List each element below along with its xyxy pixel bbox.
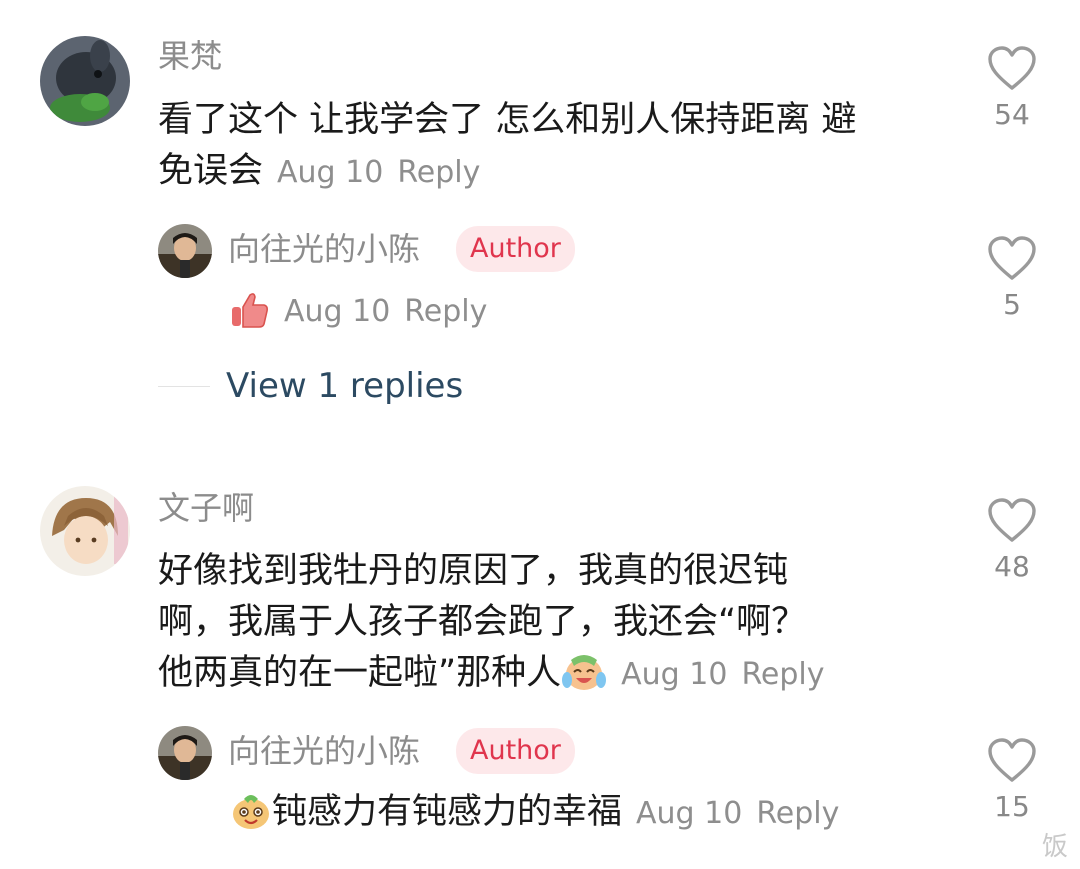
comment-username[interactable]: 文子啊 (158, 488, 254, 528)
comment-text-line: 看了这个 让我学会了 怎么和别人保持距离 避 (158, 100, 857, 140)
like-button[interactable]: 48 (972, 498, 1052, 583)
comment-text-fragment: 免误会 (158, 151, 264, 191)
reply-username[interactable]: 向往光的小陈 (228, 229, 420, 269)
heart-icon (972, 46, 1052, 92)
anime-avatar-icon (40, 486, 130, 576)
comment-username[interactable]: 果梵 (158, 36, 222, 76)
like-count: 15 (994, 790, 1030, 823)
reply-button[interactable]: Reply (756, 796, 839, 831)
like-button[interactable]: 54 (972, 46, 1052, 131)
heart-icon (972, 738, 1052, 784)
avatar[interactable] (40, 36, 130, 126)
author-badge: Author (456, 226, 575, 272)
avatar[interactable] (158, 726, 212, 780)
reply-date: Aug 10 (636, 796, 743, 831)
man-avatar-icon (158, 224, 212, 278)
heart-icon (972, 498, 1052, 544)
man-avatar-icon (158, 726, 212, 780)
rabbit-avatar-icon (40, 36, 130, 126)
like-count: 5 (1003, 288, 1021, 321)
comment-text: 看了这个 让我学会了 怎么和别人保持距离 避 免误会 Aug 10 Reply (158, 95, 958, 198)
reply-text: 钝感力有钝感力的幸福 (272, 792, 623, 832)
laugh-cry-emoji-icon (561, 650, 607, 707)
heart-icon (972, 236, 1052, 282)
comment-date: Aug 10 (621, 657, 728, 692)
divider (158, 386, 210, 387)
reply-username[interactable]: 向往光的小陈 (228, 731, 420, 771)
comment-date: Aug 10 (277, 155, 384, 190)
reply-meta-row: Aug 10 Reply (230, 290, 487, 342)
thumbs-up-emoji-icon (230, 291, 270, 342)
comment-text-line: 免误会 Aug 10 Reply (158, 146, 958, 198)
author-badge: Author (456, 728, 575, 774)
avatar[interactable] (40, 486, 130, 576)
watermark: 饭 (1042, 832, 1069, 862)
like-count: 48 (994, 550, 1030, 583)
like-button[interactable]: 15 (972, 738, 1052, 823)
comment-text-fragment: 他两真的在一起啦”那种人 (158, 653, 562, 693)
comment-text-line: 好像找到我牡丹的原因了，我真的很迟钝 (158, 551, 789, 591)
comment-text-line: 啊，我属于人孩子都会跑了，我还会“啊？ (158, 602, 807, 642)
avatar[interactable] (158, 224, 212, 278)
reply-date: Aug 10 (284, 294, 391, 329)
like-count: 54 (994, 98, 1030, 131)
comment-text-line: 他两真的在一起啦”那种人 Aug 10 Reply (158, 648, 958, 707)
reply-button[interactable]: Reply (404, 294, 487, 329)
comment-text: 好像找到我牡丹的原因了，我真的很迟钝 啊，我属于人孩子都会跑了，我还会“啊？ 他… (158, 546, 958, 707)
happy-face-emoji-icon (230, 791, 272, 844)
reply-button[interactable]: Reply (741, 657, 824, 692)
like-button[interactable]: 5 (972, 236, 1052, 321)
view-replies-link[interactable]: View 1 replies (226, 364, 463, 408)
reply-button[interactable]: Reply (397, 155, 480, 190)
reply-text-row: 钝感力有钝感力的幸福 Aug 10 Reply (230, 788, 839, 844)
